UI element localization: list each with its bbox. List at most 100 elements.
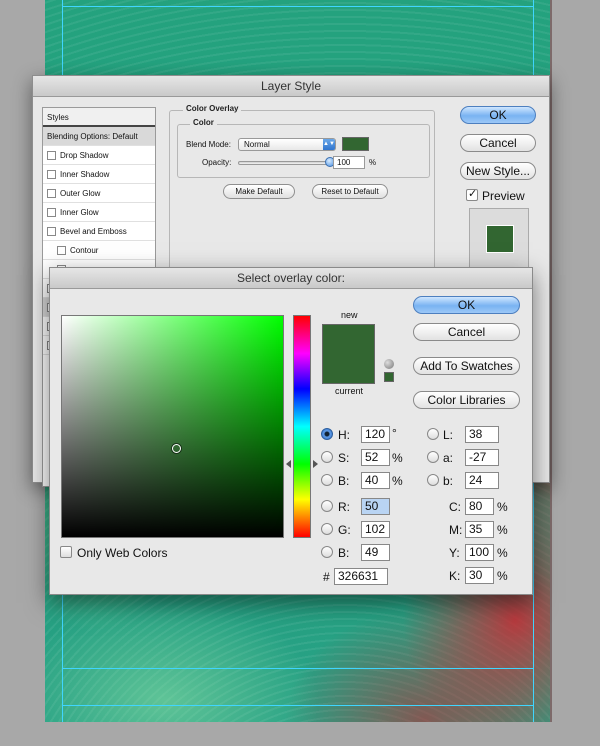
color-group-frame	[177, 124, 430, 178]
opacity-input[interactable]: 100	[333, 156, 365, 169]
hue-unit: °	[392, 426, 397, 440]
dialog-title: Layer Style	[33, 76, 549, 97]
new-color-label: new	[341, 310, 358, 320]
style-checkbox[interactable]	[47, 207, 56, 217]
red-input[interactable]: 50	[361, 498, 390, 515]
brightness-unit: %	[392, 474, 403, 488]
make-default-button[interactable]: Make Default	[223, 184, 295, 199]
dialog-title: Select overlay color:	[50, 268, 532, 289]
lab-a-radio[interactable]	[427, 451, 439, 463]
guide-line	[62, 6, 534, 7]
cyan-unit: %	[497, 500, 508, 514]
ok-button[interactable]: OK	[413, 296, 520, 314]
current-color-label: current	[335, 386, 364, 396]
style-item-bevel-emboss[interactable]: Bevel and Emboss	[43, 222, 155, 241]
blue-input[interactable]: 49	[361, 544, 390, 561]
lab-l-label: L:	[443, 428, 454, 442]
color-field-marker[interactable]	[171, 443, 181, 453]
cancel-button[interactable]: Cancel	[460, 134, 536, 152]
hex-label: #	[323, 570, 330, 584]
web-safe-color-swatch[interactable]	[384, 372, 394, 382]
only-web-colors-checkbox[interactable]	[60, 546, 72, 558]
guide-line	[62, 705, 534, 706]
opacity-slider-track[interactable]	[238, 161, 330, 165]
green-label: G:	[338, 523, 351, 537]
cyan-label: C:	[449, 500, 461, 514]
lab-b-input[interactable]: 24	[465, 472, 499, 489]
black-input[interactable]: 30	[465, 567, 494, 584]
styles-header[interactable]: Styles	[43, 108, 155, 127]
lab-l-input[interactable]: 38	[465, 426, 499, 443]
add-to-swatches-button[interactable]: Add To Swatches	[413, 357, 520, 375]
preview-label: Preview	[482, 189, 525, 203]
group-title: Color	[190, 118, 217, 127]
style-item-drop-shadow[interactable]: Drop Shadow	[43, 146, 155, 165]
style-checkbox[interactable]	[47, 150, 56, 160]
lab-b-label: b:	[443, 474, 454, 488]
cyan-input[interactable]: 80	[465, 498, 494, 515]
blend-mode-select[interactable]: Normal ▲▼	[238, 138, 336, 151]
opacity-unit: %	[369, 158, 377, 167]
style-checkbox[interactable]	[57, 245, 66, 255]
hue-slider[interactable]	[293, 315, 311, 538]
reset-to-default-button[interactable]: Reset to Default	[312, 184, 388, 199]
hue-radio[interactable]	[321, 428, 333, 440]
preview-swatch	[486, 225, 514, 253]
style-preview	[469, 208, 529, 268]
red-label: R:	[338, 500, 350, 514]
hue-input[interactable]: 120	[361, 426, 390, 443]
out-of-gamut-cube-icon[interactable]	[384, 359, 394, 369]
style-item-outer-glow[interactable]: Outer Glow	[43, 184, 155, 203]
hex-input[interactable]: 326631	[334, 568, 388, 585]
style-checkbox[interactable]	[47, 188, 56, 198]
new-color-swatch	[322, 324, 375, 354]
magenta-unit: %	[497, 523, 508, 537]
section-title: Color Overlay	[183, 104, 242, 113]
chevron-updown-icon: ▲▼	[323, 139, 335, 150]
saturation-label: S:	[338, 451, 350, 465]
cancel-button[interactable]: Cancel	[413, 323, 520, 341]
blue-radio[interactable]	[321, 546, 333, 558]
style-item-contour[interactable]: Contour	[43, 241, 155, 260]
magenta-label: M:	[449, 523, 463, 537]
new-style-button[interactable]: New Style...	[460, 162, 536, 180]
brightness-label: B:	[338, 474, 350, 488]
preview-checkbox[interactable]: ✓	[466, 188, 478, 201]
lab-l-radio[interactable]	[427, 428, 439, 440]
style-checkbox[interactable]	[47, 226, 56, 236]
black-label: K:	[449, 569, 461, 583]
blend-mode-label: Blend Mode:	[186, 140, 231, 149]
brightness-input[interactable]: 40	[361, 472, 390, 489]
style-item-inner-glow[interactable]: Inner Glow	[43, 203, 155, 222]
green-radio[interactable]	[321, 523, 333, 535]
magenta-input[interactable]: 35	[465, 521, 494, 538]
yellow-input[interactable]: 100	[465, 544, 494, 561]
guide-line	[62, 668, 534, 669]
yellow-label: Y:	[449, 546, 460, 560]
hue-slider-left-arrow-icon[interactable]	[286, 459, 291, 468]
yellow-unit: %	[497, 546, 508, 560]
only-web-colors-label: Only Web Colors	[77, 546, 168, 560]
ok-button[interactable]: OK	[460, 106, 536, 124]
style-item-inner-shadow[interactable]: Inner Shadow	[43, 165, 155, 184]
lab-a-label: a:	[443, 451, 454, 465]
color-field[interactable]	[61, 315, 284, 538]
saturation-unit: %	[392, 451, 403, 465]
green-input[interactable]: 102	[361, 521, 390, 538]
style-item-blending-options[interactable]: Blending Options: Default	[43, 127, 155, 146]
current-color-swatch[interactable]	[322, 354, 375, 384]
overlay-color-swatch[interactable]	[342, 137, 369, 151]
style-checkbox[interactable]	[47, 169, 56, 179]
brightness-radio[interactable]	[321, 474, 333, 486]
red-radio[interactable]	[321, 500, 333, 512]
hue-slider-right-arrow-icon[interactable]	[313, 459, 318, 468]
lab-a-input[interactable]: -27	[465, 449, 499, 466]
hue-label: H:	[338, 428, 350, 442]
lab-b-radio[interactable]	[427, 474, 439, 486]
black-unit: %	[497, 569, 508, 583]
color-libraries-button[interactable]: Color Libraries	[413, 391, 520, 409]
saturation-input[interactable]: 52	[361, 449, 390, 466]
opacity-label: Opacity:	[202, 158, 232, 167]
saturation-radio[interactable]	[321, 451, 333, 463]
blue-label: B:	[338, 546, 350, 560]
